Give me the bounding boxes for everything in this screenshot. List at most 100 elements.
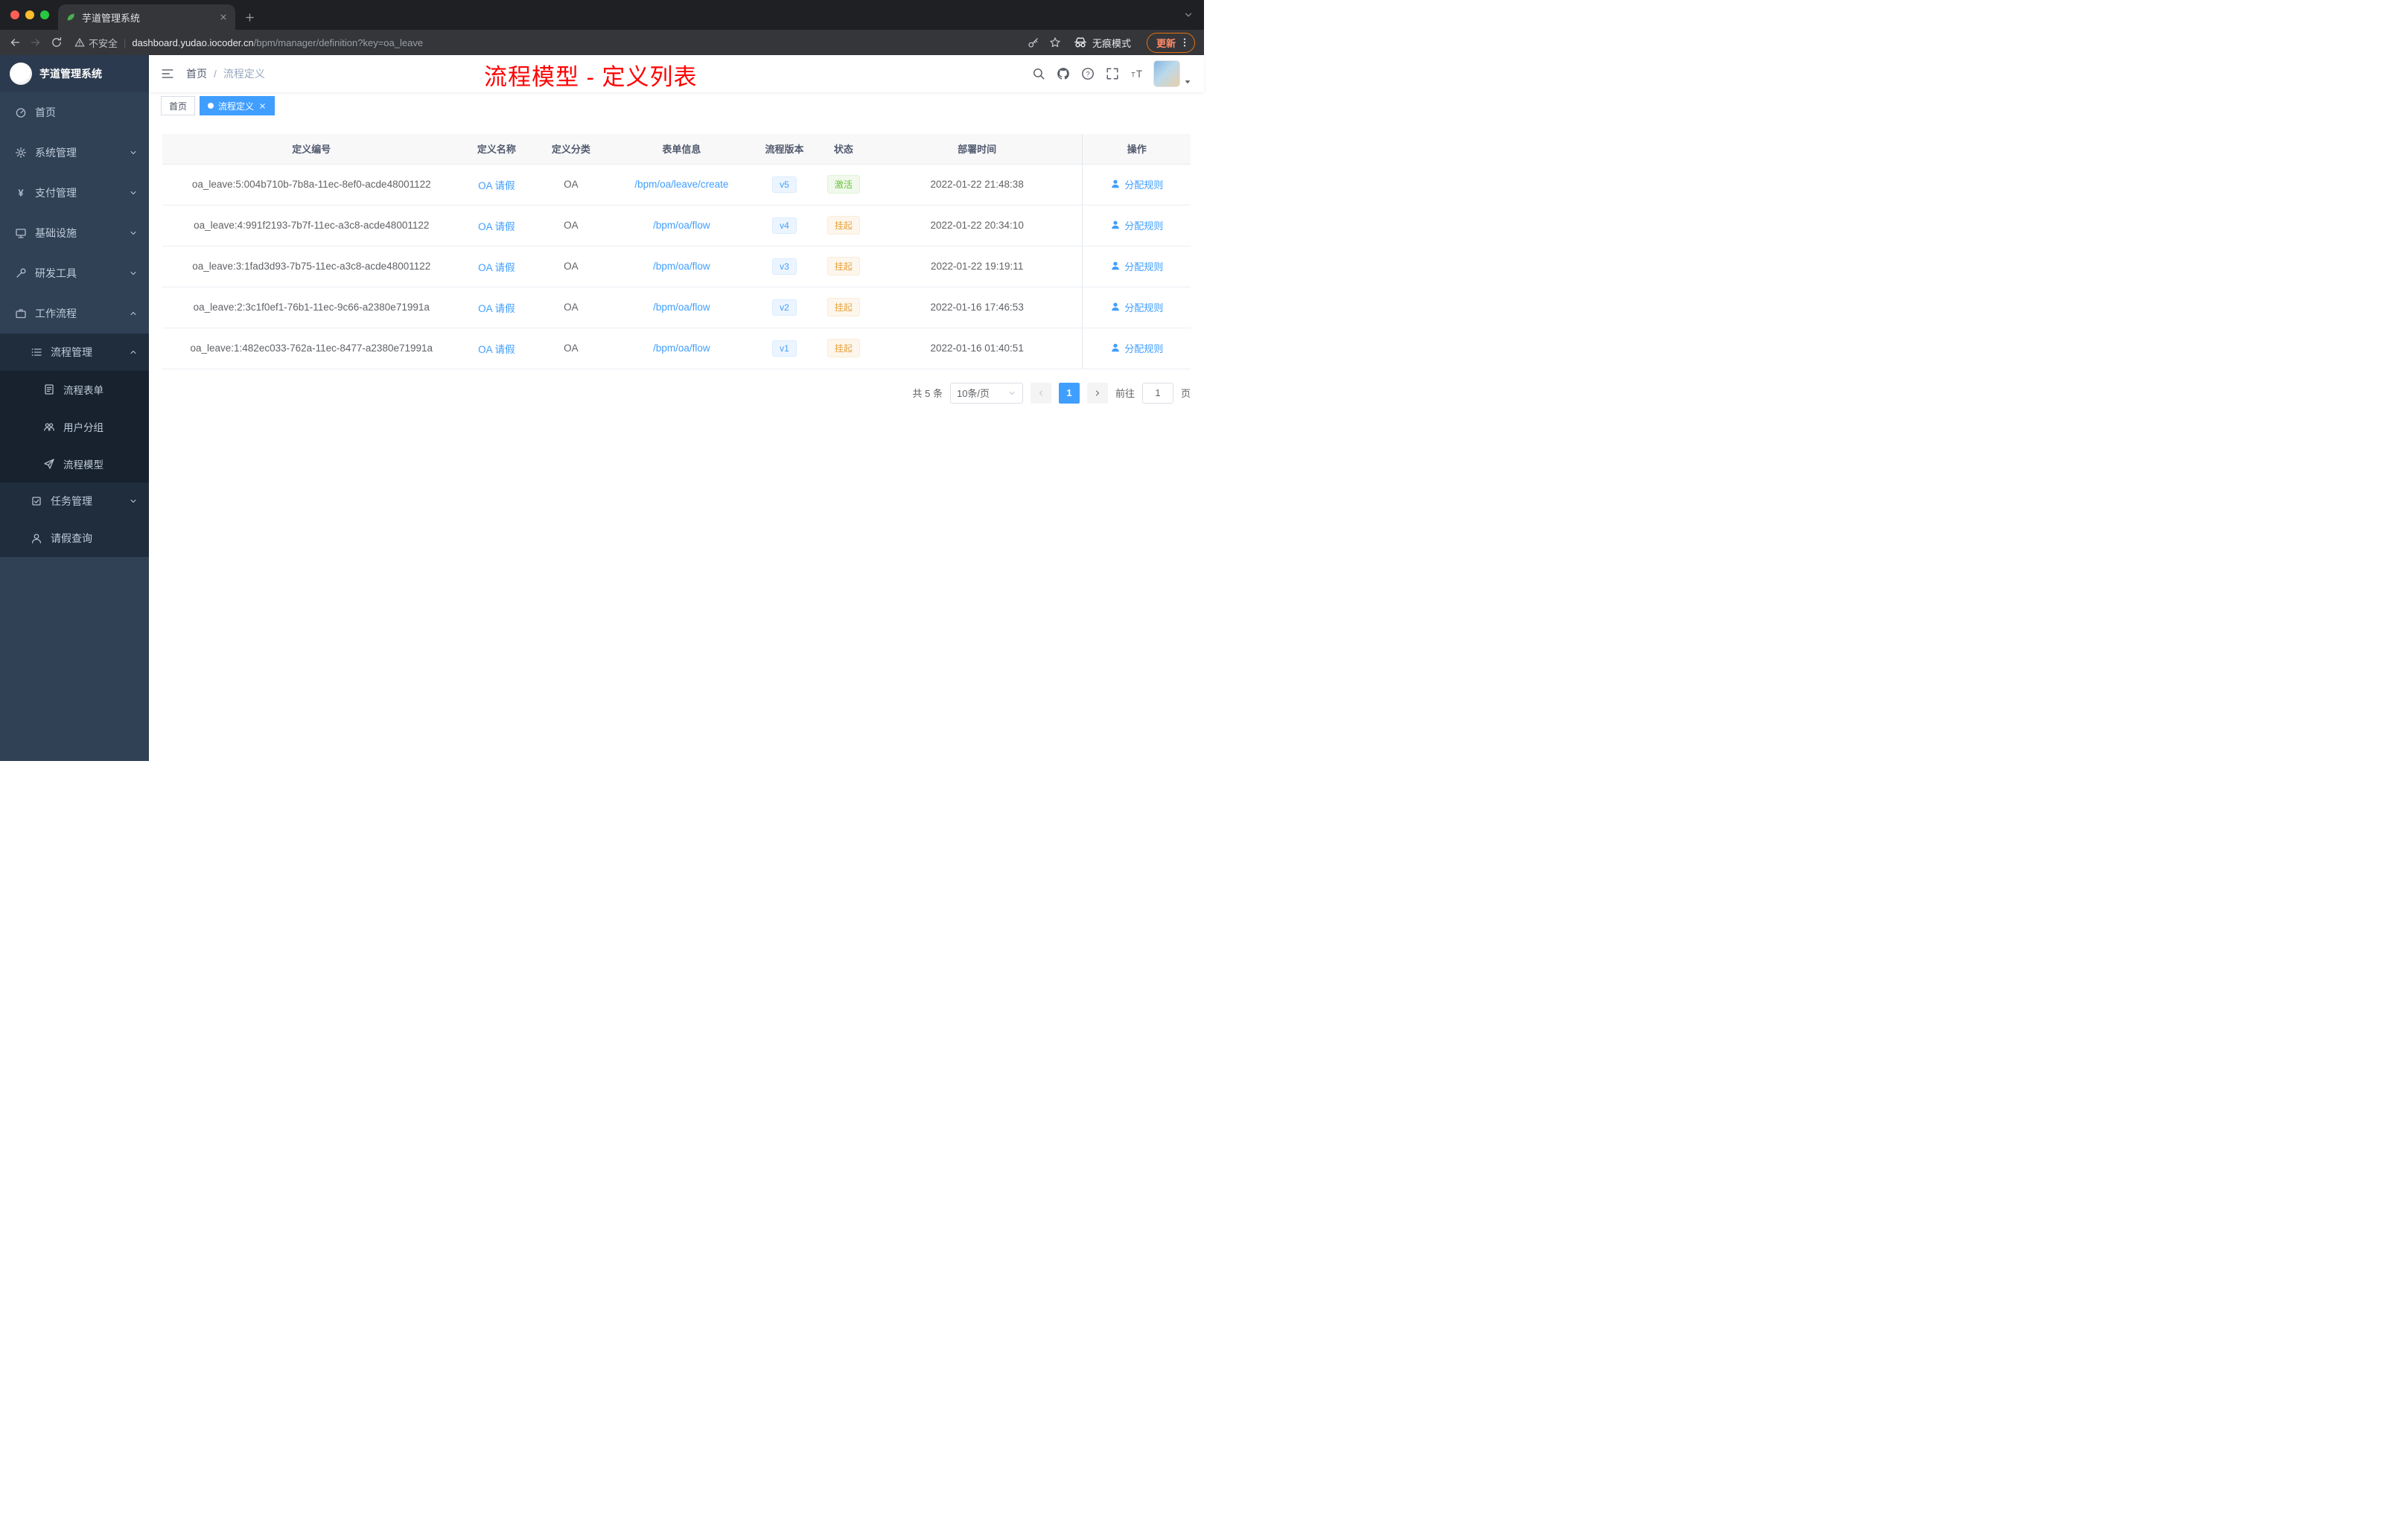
url-text[interactable]: dashboard.yudao.iocoder.cn/bpm/manager/d… <box>132 37 423 48</box>
sidebar-logo[interactable]: 芋道管理系统 <box>0 55 149 92</box>
form-icon <box>43 383 55 395</box>
definition-name-link[interactable]: OA 请假 <box>478 344 515 355</box>
question-icon[interactable]: ? <box>1081 67 1095 80</box>
next-page-button[interactable] <box>1086 382 1108 404</box>
column-header-4: 流程版本 <box>754 134 815 165</box>
deploy-time: 2022-01-16 01:40:51 <box>930 343 1024 354</box>
sidebar-item-home[interactable]: 首页 <box>0 92 149 133</box>
column-header-0: 定义编号 <box>162 134 461 165</box>
deploy-time: 2022-01-22 20:34:10 <box>930 220 1024 231</box>
tag-active[interactable]: 流程定义 <box>200 96 275 115</box>
back-icon[interactable] <box>9 36 21 48</box>
assign-rule-label: 分配规则 <box>1124 343 1164 354</box>
new-tab-button[interactable] <box>244 12 255 23</box>
definition-name-link[interactable]: OA 请假 <box>478 221 515 232</box>
column-header-1: 定义名称 <box>460 134 533 165</box>
sidebar-item-workflow[interactable]: 工作流程 <box>0 293 149 334</box>
form-info-link[interactable]: /bpm/oa/flow <box>653 343 710 354</box>
top-navbar: 首页 / 流程定义 流程模型 - 定义列表 ? T T <box>149 55 1204 92</box>
browser-tab[interactable]: 芋道管理系统 <box>58 4 235 30</box>
close-window-button[interactable] <box>10 10 19 19</box>
sidebar-item-label: 用户分组 <box>63 422 103 433</box>
logo-avatar <box>10 63 32 85</box>
sidebar-item-task-manage[interactable]: 任务管理 <box>0 483 149 520</box>
definition-id: oa_leave:5:004b710b-7b8a-11ec-8ef0-acde4… <box>191 179 431 190</box>
sidebar-item-process-model[interactable]: 流程模型 <box>0 445 149 483</box>
page-number-button[interactable]: 1 <box>1058 382 1080 404</box>
page-size-select[interactable]: 10条/页 <box>949 382 1023 404</box>
active-dot <box>208 103 214 109</box>
breadcrumb-home[interactable]: 首页 <box>186 66 207 81</box>
search-icon[interactable] <box>1032 67 1045 80</box>
assign-rule-link[interactable]: 分配规则 <box>1110 259 1163 273</box>
version-tag: v4 <box>772 217 797 234</box>
tag-0[interactable]: 首页 <box>161 96 196 115</box>
sidebar-item-dev-tools[interactable]: 研发工具 <box>0 253 149 293</box>
workflow-icon <box>15 308 27 319</box>
refresh-icon[interactable] <box>51 36 63 48</box>
definition-name-link[interactable]: OA 请假 <box>478 262 515 273</box>
fullscreen-icon[interactable] <box>1106 67 1119 80</box>
assign-rule-link[interactable]: 分配规则 <box>1110 341 1163 355</box>
address-divider: | <box>124 36 127 48</box>
form-info-link[interactable]: /bpm/oa/flow <box>653 302 710 313</box>
update-label: 更新 <box>1156 37 1176 49</box>
sidebar-item-system[interactable]: 系统管理 <box>0 133 149 173</box>
deploy-time: 2022-01-16 17:46:53 <box>930 302 1024 313</box>
assign-rule-link[interactable]: 分配规则 <box>1110 177 1163 191</box>
avatar-caret-icon[interactable] <box>1183 77 1192 86</box>
sidebar-item-leave-query[interactable]: 请假查询 <box>0 520 149 557</box>
sidebar-item-process-form[interactable]: 流程表单 <box>0 371 149 408</box>
form-info-link[interactable]: /bpm/oa/flow <box>653 261 710 272</box>
security-label: 不安全 <box>89 37 118 49</box>
chevron-left-icon <box>1036 389 1045 398</box>
breadcrumb-current: 流程定义 <box>223 68 265 80</box>
tag-close-icon[interactable] <box>258 102 267 110</box>
status-tag: 挂起 <box>826 257 860 276</box>
main-area: 首页 / 流程定义 流程模型 - 定义列表 ? T T 首页 流程定义 定义编号 定义名… <box>149 55 1204 761</box>
definition-name-link[interactable]: OA 请假 <box>478 303 515 314</box>
tag-label: 首页 <box>169 101 188 112</box>
assign-rule-link[interactable]: 分配规则 <box>1110 300 1163 314</box>
font-size-icon[interactable]: TT <box>1130 67 1144 80</box>
tab-close-icon[interactable] <box>219 13 228 22</box>
hamburger-icon[interactable] <box>161 67 174 80</box>
tab-search-icon[interactable] <box>1183 10 1194 20</box>
address-bar[interactable]: 不安全 | dashboard.yudao.iocoder.cn/bpm/man… <box>74 36 1019 50</box>
process-icon <box>31 346 42 358</box>
github-icon[interactable] <box>1057 67 1070 80</box>
form-info-link[interactable]: /bpm/oa/leave/create <box>634 179 728 190</box>
sidebar-item-label: 基础设施 <box>35 227 77 239</box>
update-button[interactable]: 更新 <box>1146 32 1195 53</box>
person-icon <box>31 532 42 544</box>
page-size-value: 10条/页 <box>956 388 990 399</box>
zoom-window-button[interactable] <box>40 10 49 19</box>
browser-tab-strip: 芋道管理系统 <box>0 0 1204 30</box>
sidebar-item-payment[interactable]: ¥ 支付管理 <box>0 173 149 213</box>
browser-menu-icon[interactable] <box>1179 37 1190 48</box>
minimize-window-button[interactable] <box>25 10 34 19</box>
incognito-label: 无痕模式 <box>1092 37 1131 49</box>
assign-rule-link[interactable]: 分配规则 <box>1110 218 1163 232</box>
navbar-tools: ? T T <box>1032 67 1144 80</box>
key-icon[interactable] <box>1028 36 1039 48</box>
status-tag: 激活 <box>826 175 860 194</box>
user-avatar[interactable] <box>1153 60 1180 87</box>
sidebar-item-infrastructure[interactable]: 基础设施 <box>0 213 149 253</box>
column-header-5: 状态 <box>815 134 872 165</box>
form-info-link[interactable]: /bpm/oa/flow <box>653 220 710 231</box>
sidebar-item-process-manage[interactable]: 流程管理 <box>0 334 149 371</box>
definition-name-link[interactable]: OA 请假 <box>478 180 515 191</box>
sidebar-item-user-group[interactable]: 用户分组 <box>0 408 149 445</box>
definition-id: oa_leave:1:482ec033-762a-11ec-8477-a2380… <box>190 343 433 354</box>
status-tag: 挂起 <box>826 216 860 235</box>
browser-toolbar: 不安全 | dashboard.yudao.iocoder.cn/bpm/man… <box>0 30 1204 55</box>
definition-category: OA <box>564 302 579 313</box>
chevron-down-icon <box>129 229 138 238</box>
security-chip[interactable]: 不安全 <box>74 36 118 50</box>
goto-page-input[interactable] <box>1141 382 1173 404</box>
prev-page-button[interactable] <box>1030 382 1051 404</box>
forward-icon[interactable] <box>30 36 42 48</box>
table-row: oa_leave:1:482ec033-762a-11ec-8477-a2380… <box>162 328 1191 369</box>
bookmark-star-icon[interactable] <box>1049 36 1061 48</box>
